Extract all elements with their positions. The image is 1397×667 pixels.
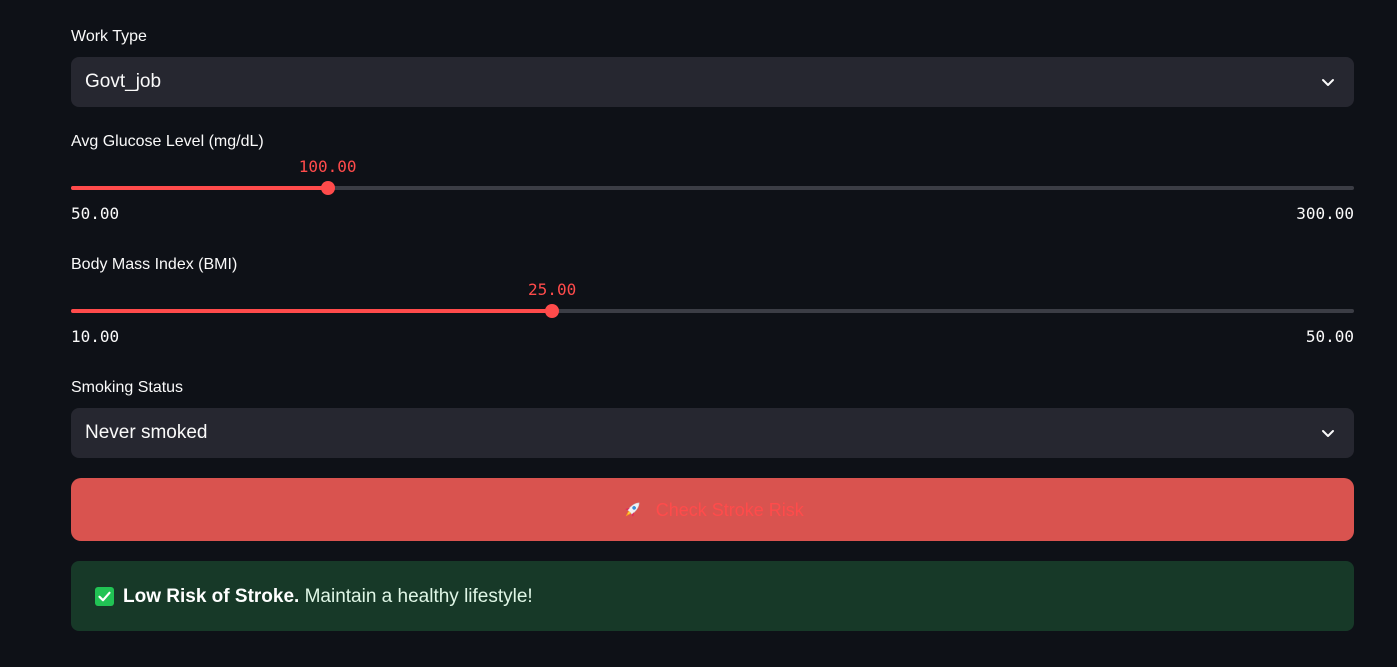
glucose-label: Avg Glucose Level (mg/dL) [71,133,264,150]
slider-min-value: 10.00 [71,327,120,346]
slider-max-value: 50.00 [1305,327,1354,346]
result-alert: Low Risk of Stroke. Maintain a healthy l… [71,561,1354,631]
slider-fill [71,309,553,313]
bmi-slider[interactable]: 25.00 10.00 50.00 [71,280,1354,346]
slider-fill [71,186,328,190]
slider-current-value: 100.00 [298,157,357,176]
work-type-select[interactable]: Govt_job [71,57,1354,107]
smoking-label: Smoking Status [71,379,184,396]
smoking-select[interactable]: Never smoked [71,408,1354,458]
slider-thumb[interactable] [320,181,335,195]
slider-min-value: 50.00 [71,204,120,223]
slider-current-value: 25.00 [528,280,577,299]
chevron-down-icon [1322,430,1334,437]
check-stroke-risk-button[interactable]: Check Stroke Risk [71,478,1354,541]
work-type-value: Govt_job [85,71,162,92]
slider-max-value: 300.00 [1296,204,1354,223]
chevron-down-icon [1322,79,1334,86]
rocket-icon [625,502,640,517]
slider-thumb[interactable] [545,304,560,318]
work-type-label: Work Type [71,28,147,45]
check-stroke-risk-label: Check Stroke Risk [655,499,804,520]
bmi-label: Body Mass Index (BMI) [71,256,238,273]
result-message: Low Risk of Stroke. Maintain a healthy l… [123,585,533,609]
result-text: Maintain a healthy lifestyle! [299,586,533,607]
glucose-slider[interactable]: 100.00 50.00 300.00 [71,157,1354,223]
smoking-value: Never smoked [85,422,208,443]
check-box-icon [95,587,114,606]
result-bold-text: Low Risk of Stroke. [123,586,300,607]
